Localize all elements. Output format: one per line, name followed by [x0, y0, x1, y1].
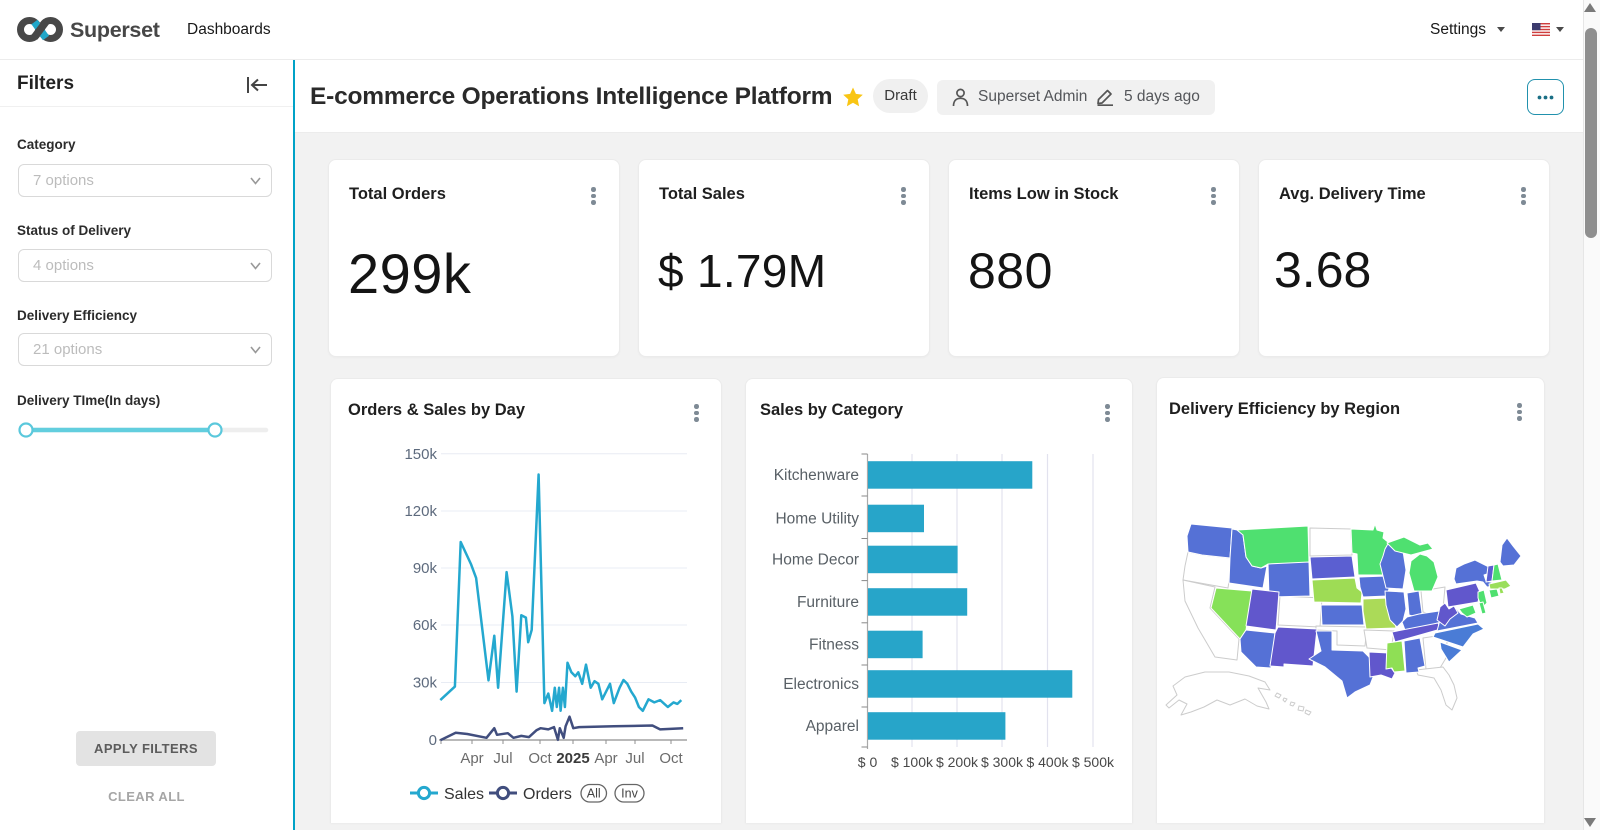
svg-text:Orders: Orders: [523, 786, 572, 803]
svg-text:Home Decor: Home Decor: [772, 552, 859, 569]
svg-text:Oct: Oct: [659, 750, 683, 767]
svg-text:$ 300k: $ 300k: [981, 754, 1024, 770]
svg-text:Electronics: Electronics: [783, 676, 859, 693]
svg-text:Jul: Jul: [625, 750, 644, 767]
svg-text:$ 500k: $ 500k: [1072, 754, 1115, 770]
svg-text:$ 400k: $ 400k: [1026, 754, 1069, 770]
svg-text:Furniture: Furniture: [797, 594, 859, 611]
svg-text:30k: 30k: [413, 675, 438, 692]
svg-text:Apr: Apr: [460, 750, 483, 767]
svg-text:150k: 150k: [404, 446, 437, 463]
svg-text:Home Utility: Home Utility: [775, 511, 859, 528]
svg-text:120k: 120k: [404, 503, 437, 520]
svg-text:Fitness: Fitness: [809, 637, 859, 654]
svg-text:Kitchenware: Kitchenware: [774, 467, 859, 484]
svg-text:$ 0: $ 0: [858, 754, 878, 770]
svg-text:0: 0: [429, 732, 437, 749]
svg-text:2025: 2025: [556, 750, 589, 767]
svg-text:Sales: Sales: [444, 786, 484, 803]
svg-text:All: All: [587, 787, 601, 801]
svg-text:Apparel: Apparel: [806, 718, 859, 735]
svg-text:Apr: Apr: [594, 750, 617, 767]
svg-text:$ 100k: $ 100k: [891, 754, 934, 770]
svg-text:$ 200k: $ 200k: [936, 754, 979, 770]
svg-text:60k: 60k: [413, 617, 438, 634]
svg-text:90k: 90k: [413, 560, 438, 577]
svg-text:Jul: Jul: [493, 750, 512, 767]
svg-text:Inv: Inv: [621, 787, 638, 801]
svg-text:Oct: Oct: [528, 750, 552, 767]
